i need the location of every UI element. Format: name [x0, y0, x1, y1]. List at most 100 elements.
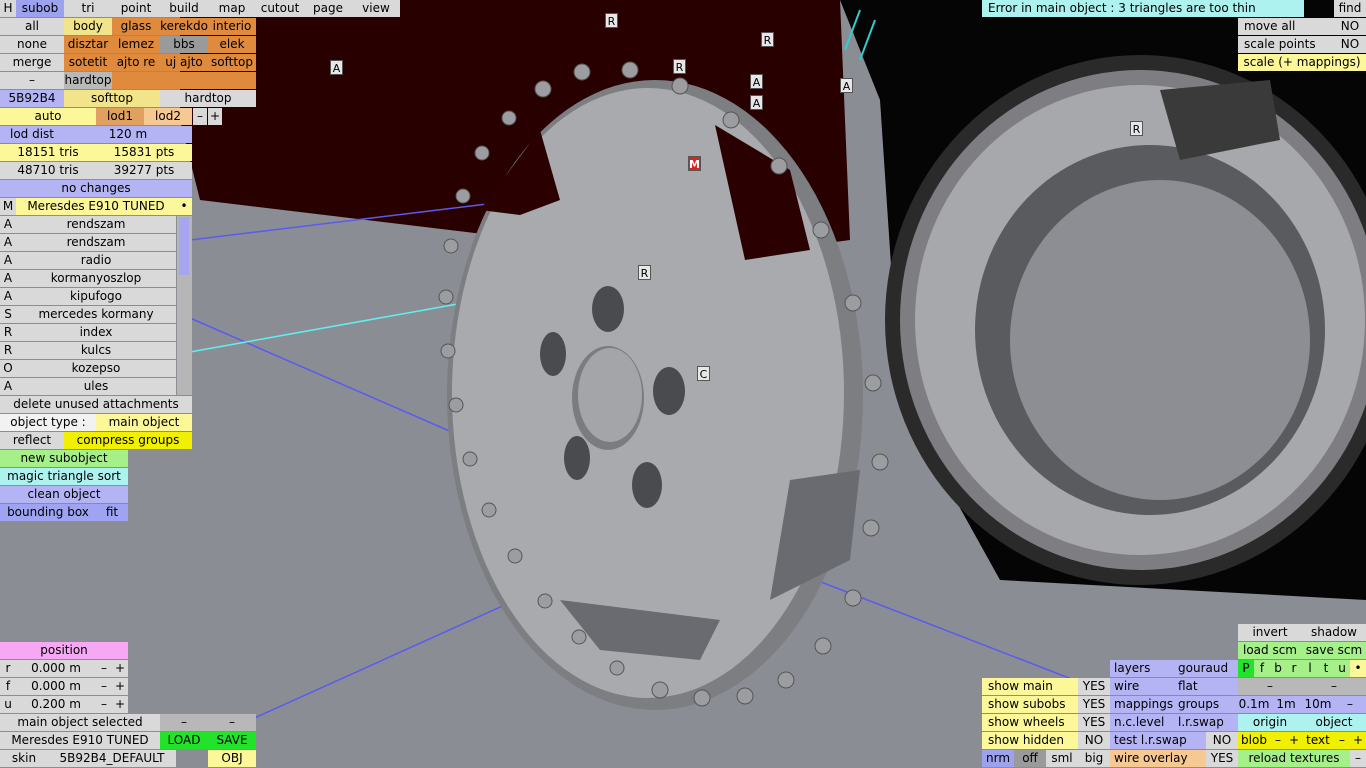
subobject-flag[interactable]: R — [0, 324, 16, 341]
view-flag[interactable]: t — [1318, 660, 1334, 677]
group-button[interactable]: glass — [112, 18, 160, 35]
save-button[interactable]: SAVE — [208, 732, 256, 749]
lrswap-button[interactable]: l.r.swap — [1174, 714, 1238, 731]
subobject-flag[interactable]: A — [0, 216, 16, 233]
group-button[interactable]: lemez — [112, 36, 160, 53]
layers-button[interactable]: layers — [1110, 660, 1174, 677]
show-subobs-toggle[interactable]: YES — [1078, 696, 1110, 713]
position-minus-button[interactable]: – — [96, 678, 112, 695]
clean-object-button[interactable]: clean object — [0, 486, 128, 503]
group-none[interactable]: none — [0, 36, 64, 53]
marker[interactable]: R — [605, 13, 618, 28]
group-button[interactable]: kerekdo — [160, 18, 208, 35]
menu-tab[interactable]: build — [160, 0, 208, 17]
subobject-flag[interactable]: S — [0, 306, 16, 323]
gouraud-button[interactable]: gouraud — [1174, 660, 1238, 677]
hardtop-button[interactable]: hardtop — [160, 90, 256, 107]
group-button[interactable] — [160, 72, 208, 89]
magic-triangle-sort-button[interactable]: magic triangle sort — [0, 468, 128, 485]
view-flag[interactable]: u — [1334, 660, 1350, 677]
load-scm-button[interactable]: load scm — [1238, 642, 1302, 659]
color-code[interactable]: 5B92B4 — [0, 90, 64, 107]
menu-tab[interactable]: tri — [64, 0, 112, 17]
compress-groups-button[interactable]: compress groups — [64, 432, 192, 449]
group-button[interactable]: sotetit — [64, 54, 112, 71]
show-main-toggle[interactable]: YES — [1078, 678, 1110, 695]
position-r-input[interactable]: 0.000 m — [16, 660, 96, 677]
position-plus-button[interactable]: + — [112, 678, 128, 695]
load-button[interactable]: LOAD — [160, 732, 208, 749]
marker[interactable]: A — [840, 78, 853, 93]
flat-button[interactable]: flat — [1174, 678, 1238, 695]
marker[interactable]: R — [638, 265, 651, 280]
subobject-item[interactable]: kormanyoszlop — [16, 270, 176, 287]
position-f-input[interactable]: 0.000 m — [16, 678, 96, 695]
subobject-flag[interactable]: A — [0, 378, 16, 395]
big-button[interactable]: big — [1078, 750, 1110, 767]
menu-tab[interactable]: page — [304, 0, 352, 17]
position-plus-button[interactable]: + — [112, 660, 128, 677]
dash-button[interactable]: – — [208, 714, 256, 731]
position-plus-button[interactable]: + — [112, 696, 128, 713]
test-lrswap-button[interactable]: test l.r.swap — [1110, 732, 1206, 749]
dash-button[interactable]: – — [1334, 696, 1366, 713]
subobject-item[interactable]: radio — [16, 252, 176, 269]
subobject-flag[interactable]: A — [0, 270, 16, 287]
position-minus-button[interactable]: – — [96, 696, 112, 713]
main-object-name[interactable]: Meresdes E910 TUNED — [16, 198, 176, 215]
obj-button[interactable]: OBJ — [208, 750, 256, 767]
lod-dist-value[interactable]: 120 m — [64, 126, 192, 143]
position-u-input[interactable]: 0.200 m — [16, 696, 96, 713]
dash-button[interactable]: – — [160, 714, 208, 731]
lod-minus-button[interactable]: – — [193, 108, 207, 125]
groups-button[interactable]: groups — [1174, 696, 1238, 713]
subobject-item[interactable]: mercedes kormany — [16, 306, 176, 323]
subobject-flag[interactable]: A — [0, 252, 16, 269]
marker[interactable]: A — [750, 95, 763, 110]
object-flag[interactable]: M — [0, 198, 16, 215]
dash-button[interactable]: – — [1302, 678, 1366, 695]
scrollbar-thumb[interactable] — [179, 217, 189, 275]
group-dash[interactable]: – — [0, 72, 64, 89]
move-all-toggle[interactable]: NO — [1334, 18, 1366, 35]
new-subobject-button[interactable]: new subobject — [0, 450, 128, 467]
group-button[interactable]: softtop — [208, 54, 256, 71]
group-all[interactable]: all — [0, 18, 64, 35]
subobject-item[interactable]: kozepso — [16, 360, 176, 377]
lod-auto[interactable]: auto — [0, 108, 96, 125]
object-dot[interactable]: • — [176, 198, 192, 215]
fit-button[interactable]: fit — [96, 504, 128, 521]
group-button[interactable] — [208, 72, 256, 89]
group-button[interactable]: elek — [208, 36, 256, 53]
reflect-button[interactable]: reflect — [0, 432, 64, 449]
mappings-button[interactable]: mappings — [1110, 696, 1174, 713]
nrm-button[interactable]: nrm — [982, 750, 1014, 767]
subobject-flag[interactable]: O — [0, 360, 16, 377]
group-button[interactable]: body — [64, 18, 112, 35]
subobject-flag[interactable]: A — [0, 234, 16, 251]
wire-overlay-button[interactable]: wire overlay — [1110, 750, 1206, 767]
nclevel-button[interactable]: n.c.level — [1110, 714, 1174, 731]
step-10-button[interactable]: 10m — [1302, 696, 1334, 713]
scale-points-toggle[interactable]: NO — [1334, 36, 1366, 53]
group-button[interactable]: uj ajto — [160, 54, 208, 71]
view-flag[interactable]: • — [1350, 660, 1366, 677]
subobject-flag[interactable]: R — [0, 342, 16, 359]
group-merge[interactable]: merge — [0, 54, 64, 71]
marker[interactable]: R — [1130, 121, 1143, 136]
menu-tab[interactable]: H — [0, 0, 16, 17]
subobject-item[interactable]: kulcs — [16, 342, 176, 359]
delete-unused-attachments-button[interactable]: delete unused attachments — [0, 396, 192, 413]
blob-plus-button[interactable]: + — [1286, 732, 1302, 749]
save-scm-button[interactable]: save scm — [1302, 642, 1366, 659]
view-flag[interactable]: f — [1254, 660, 1270, 677]
marker[interactable]: R — [761, 32, 774, 47]
menu-tab[interactable]: view — [352, 0, 400, 17]
wire-overlay-toggle[interactable]: YES — [1206, 750, 1238, 767]
view-flag[interactable]: b — [1270, 660, 1286, 677]
menu-tab[interactable]: point — [112, 0, 160, 17]
group-button[interactable]: interio — [208, 18, 256, 35]
step-1-button[interactable]: 1m — [1270, 696, 1302, 713]
group-button[interactable]: hardtop — [64, 72, 112, 89]
menu-tab-active[interactable]: subob — [16, 0, 64, 17]
